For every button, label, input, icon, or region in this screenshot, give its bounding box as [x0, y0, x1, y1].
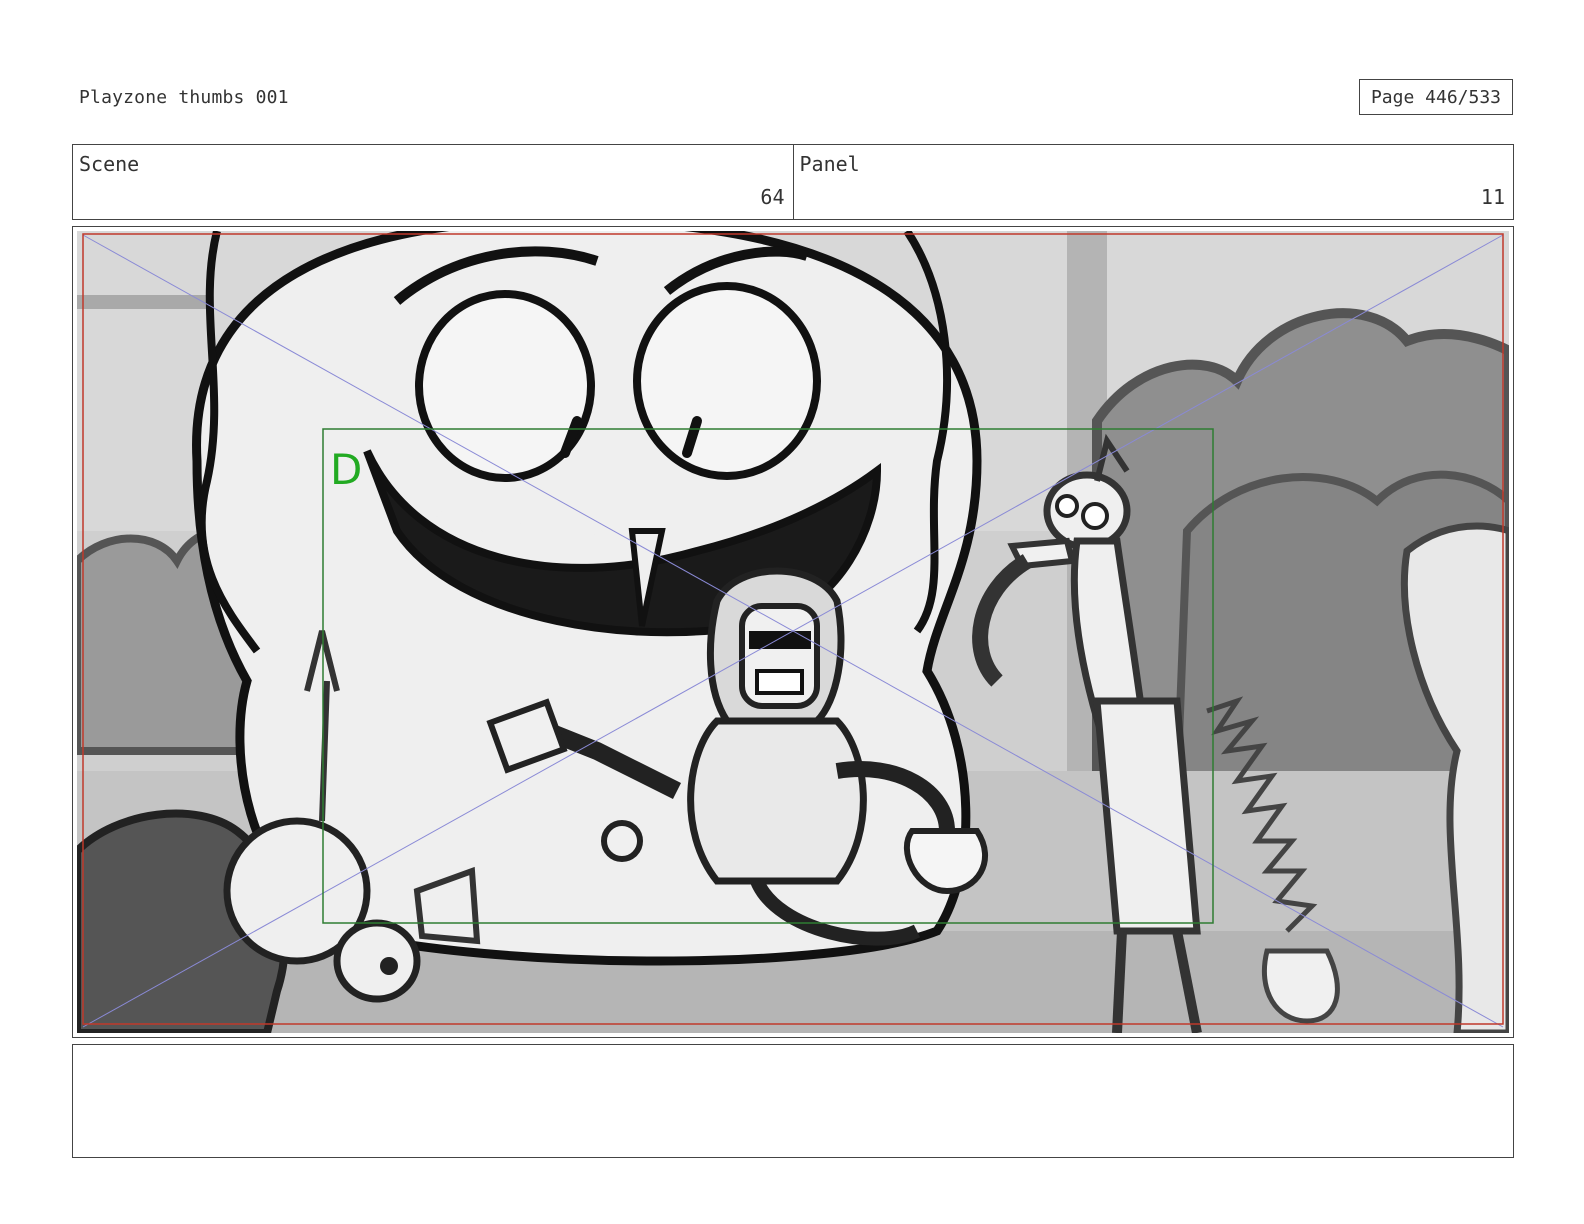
foreground-eye: [333, 919, 421, 1003]
scene-cell: Scene 64: [73, 145, 793, 219]
window-frame-left: [77, 295, 207, 309]
knight-teeth: [755, 669, 804, 695]
foreground-pupil: [380, 957, 398, 975]
panel-number: 11: [1480, 185, 1505, 209]
storyboard-frame: D: [72, 226, 1514, 1038]
scene-panel-row: Scene 64 Panel 11: [72, 144, 1514, 220]
duck-body: [1093, 697, 1201, 935]
storyboard-panel-drawing: D: [77, 231, 1509, 1033]
scene-label: Scene: [79, 152, 140, 176]
document-title: Playzone thumbs 001: [79, 87, 289, 108]
panel-cell: Panel 11: [792, 145, 1514, 219]
field-guide-marker: D: [330, 445, 362, 494]
scene-number: 64: [760, 185, 785, 209]
page-number-box: Page 446/533: [1359, 79, 1513, 115]
knight-wrist-ring: [601, 820, 643, 862]
panel-label: Panel: [799, 152, 860, 176]
notes-box: [72, 1044, 1514, 1158]
right-eye: [633, 282, 821, 480]
duck-eye-right: [1081, 502, 1109, 530]
duck-eye-left: [1055, 494, 1079, 518]
knight-eyes: [749, 631, 811, 649]
knight-body: [687, 717, 867, 885]
duck-leg-left: [1112, 930, 1127, 1033]
